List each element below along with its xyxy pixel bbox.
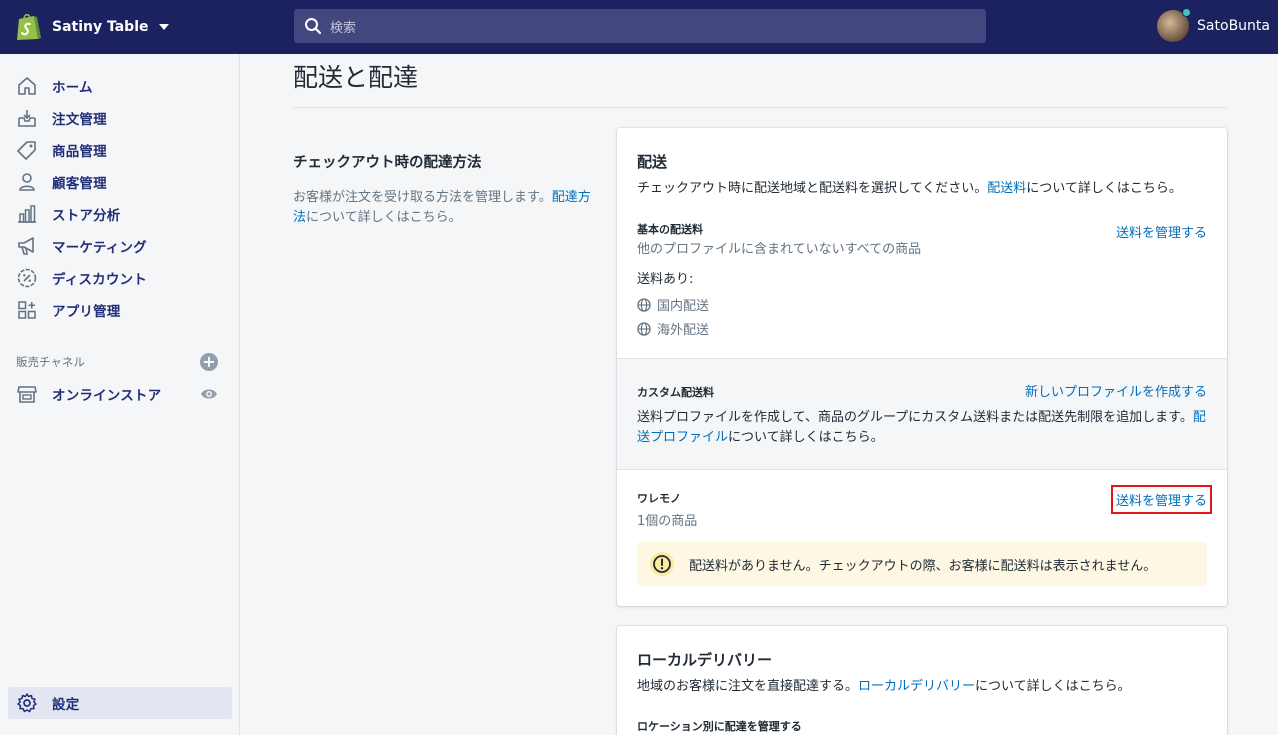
shipping-card: 配送 チェックアウト時に配送地域と配送料を選択してください。配送料について詳しく… [617,128,1227,606]
section-desc-text: お客様が注文を受け取る方法を管理します。 [293,190,552,205]
sidebar-item-label: ホーム [52,80,93,96]
sidebar: ホーム 注文管理 商品管理 顧客管理 ストア分析 マーケティング ディスカウント… [0,54,240,735]
divider [617,469,1227,470]
store-name: Satiny Table [52,19,149,35]
manage-profile-rates-link[interactable]: 送料を管理する [1110,485,1213,514]
status-dot [1182,8,1192,17]
avatar [1157,8,1192,42]
profile-name: ワレモノ [637,492,681,505]
shipping-card-description: チェックアウト時に配送地域と配送料を選択してください。配送料について詳しくはこち… [637,179,1212,199]
warning-icon [650,552,674,576]
sidebar-item-label: ストア分析 [52,208,121,224]
create-profile-link[interactable]: 新しいプロファイルを作成する [1025,381,1207,400]
sidebar-item-home[interactable]: ホーム [8,70,232,102]
sidebar-item-label: 顧客管理 [52,176,107,192]
section-title: チェックアウト時の配達方法 [293,155,482,171]
megaphone-icon [16,235,38,257]
chevron-down-icon [158,24,169,30]
rates-label: 送料あり: [637,272,694,287]
sidebar-item-discounts[interactable]: ディスカウント [8,262,232,294]
warning-text: 配送料がありません。チェックアウトの際、お客様に配送料は表示されません。 [689,558,1157,574]
local-delivery-description: 地域のお客様に注文を直接配達する。ローカルデリバリーについて詳しくはこちら。 [637,677,1212,697]
shopify-logo-icon [17,13,41,40]
sidebar-item-online-store[interactable]: オンラインストア [8,378,232,410]
sales-channels-heading: 販売チャネル [16,355,85,369]
sidebar-item-label: 設定 [52,697,80,713]
sidebar-item-label: アプリ管理 [52,304,121,320]
shipping-desc-suffix: について詳しくはこちら。 [1026,181,1182,196]
divider [617,358,1227,359]
section-description: お客様が注文を受け取る方法を管理します。配達方法について詳しくはこちら。 [293,188,593,228]
custom-rates-heading: カスタム配送料 [637,386,714,399]
local-desc-suffix: について詳しくはこちら。 [975,679,1131,694]
sidebar-item-label: マーケティング [52,240,147,256]
sidebar-item-label: ディスカウント [52,272,147,288]
apps-icon [16,299,38,321]
shipping-card-title: 配送 [637,153,668,171]
discount-icon [16,267,38,289]
store-icon [16,383,38,405]
local-desc-text: 地域のお客様に注文を直接配達する。 [637,679,859,694]
custom-desc-text: 送料プロファイルを作成して、商品のグループにカスタム送料または配送先制限を追加し… [637,410,1193,425]
custom-rates-description: 送料プロファイルを作成して、商品のグループにカスタム送料または配送先制限を追加し… [637,408,1209,448]
general-rates-subtitle: 他のプロファイルに含まれていないすべての商品 [637,242,922,257]
store-switcher[interactable]: Satiny Table [14,10,169,44]
sidebar-item-analytics[interactable]: ストア分析 [8,198,232,230]
divider [293,107,1227,108]
home-icon [16,75,38,97]
search-icon [305,18,322,35]
sidebar-item-settings[interactable]: 設定 [8,687,232,719]
zone-name: 国内配送 [657,299,710,314]
top-bar: Satiny Table 検索 SatoBunta [0,0,1278,54]
shipping-desc-text: チェックアウト時に配送地域と配送料を選択してください。 [637,181,988,196]
sidebar-item-label: オンラインストア [52,388,162,404]
globe-icon [637,321,651,336]
custom-desc-suffix: について詳しくはこちら。 [728,430,884,445]
local-delivery-link[interactable]: ローカルデリバリー [858,679,975,694]
globe-icon [637,297,651,312]
profile-product-count: 1個の商品 [637,514,698,529]
shipping-zone-international: 海外配送 [637,319,709,338]
general-rates-heading: 基本の配送料 [637,223,703,236]
user-menu[interactable]: SatoBunta [1157,8,1270,43]
shipping-rates-link[interactable]: 配送料 [987,181,1026,196]
analytics-icon [16,203,38,225]
search-placeholder: 検索 [330,20,357,36]
sidebar-item-products[interactable]: 商品管理 [8,134,232,166]
manage-by-location-heading: ロケーション別に配達を管理する [637,720,802,733]
add-channel-button[interactable]: + [200,353,218,371]
orders-icon [16,107,38,129]
eye-icon[interactable] [200,387,218,401]
customer-icon [16,171,38,193]
zone-name: 海外配送 [657,323,710,338]
sidebar-item-customers[interactable]: 顧客管理 [8,166,232,198]
warning-banner: 配送料がありません。チェックアウトの際、お客様に配送料は表示されません。 [637,542,1207,586]
sidebar-item-marketing[interactable]: マーケティング [8,230,232,262]
sidebar-item-orders[interactable]: 注文管理 [8,102,232,134]
page-title: 配送と配達 [293,63,419,92]
local-delivery-card: ローカルデリバリー 地域のお客様に注文を直接配達する。ローカルデリバリーについて… [617,626,1227,735]
shipping-zone-domestic: 国内配送 [637,295,709,314]
sidebar-item-label: 注文管理 [52,112,107,128]
sidebar-item-label: 商品管理 [52,144,107,160]
manage-general-rates-link[interactable]: 送料を管理する [1116,222,1207,241]
sidebar-item-apps[interactable]: アプリ管理 [8,294,232,326]
tag-icon [16,139,38,161]
gear-icon [16,692,38,714]
user-name: SatoBunta [1197,18,1270,34]
section-desc-suffix: について詳しくはこちら。 [306,210,462,225]
search-input[interactable]: 検索 [294,9,986,43]
local-delivery-title: ローカルデリバリー [637,651,773,669]
